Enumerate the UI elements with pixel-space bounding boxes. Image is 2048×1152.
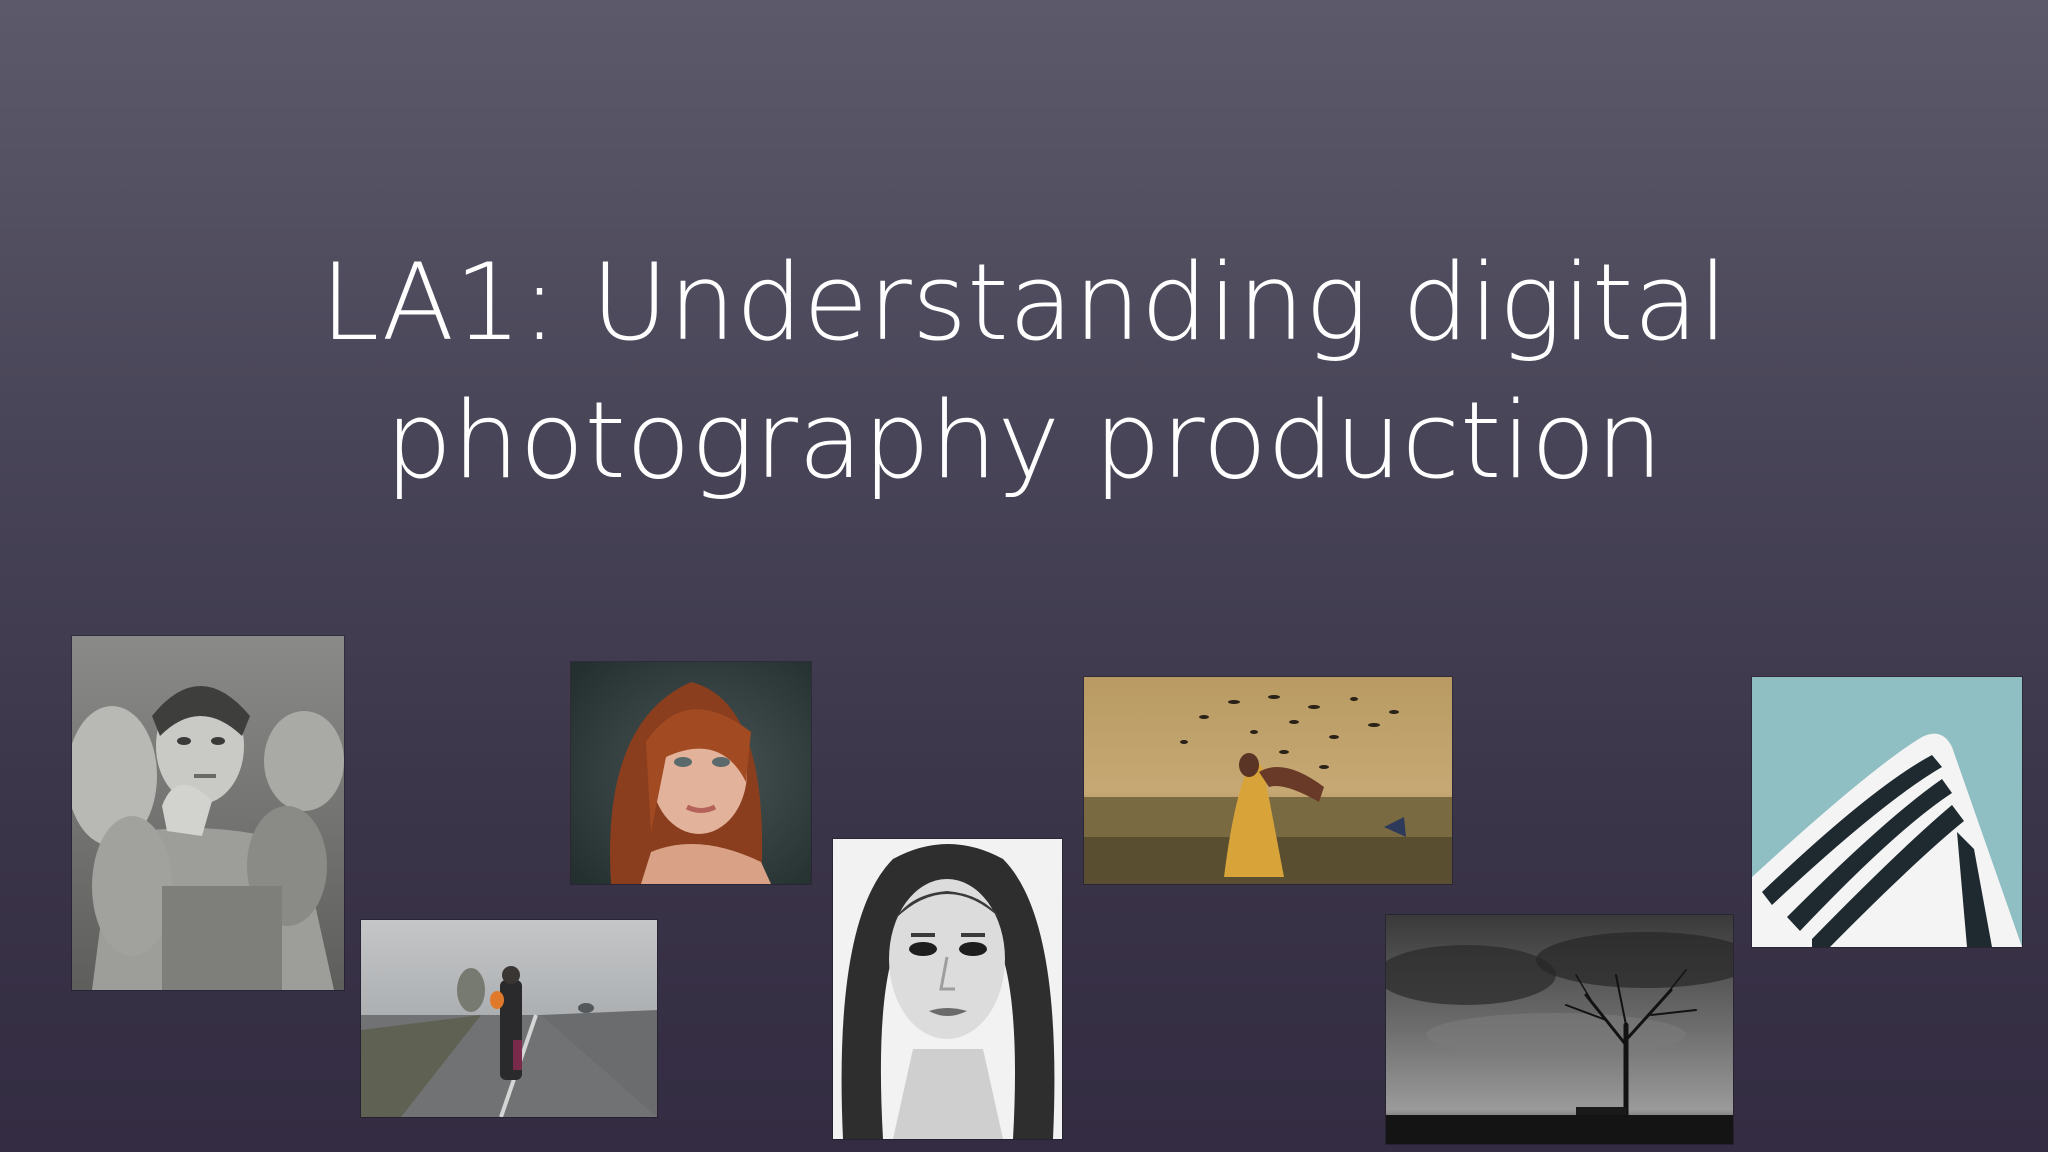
photo-curved-building [1752, 677, 2022, 947]
slide: LA1: Understanding digital photography p… [0, 0, 2048, 1152]
photo-lone-tree [1386, 915, 1733, 1144]
slide-title-line-2: photography production [385, 379, 1663, 502]
photo-redhead-portrait [571, 662, 811, 884]
photo-documentary-mother [72, 636, 344, 990]
photo-fashion-face [833, 839, 1062, 1139]
slide-title: LA1: Understanding digital photography p… [224, 234, 1824, 510]
photo-surreal-birds [1084, 677, 1452, 884]
slide-title-line-1: LA1: Understanding digital [320, 241, 1728, 364]
photo-rainy-road [361, 920, 657, 1117]
